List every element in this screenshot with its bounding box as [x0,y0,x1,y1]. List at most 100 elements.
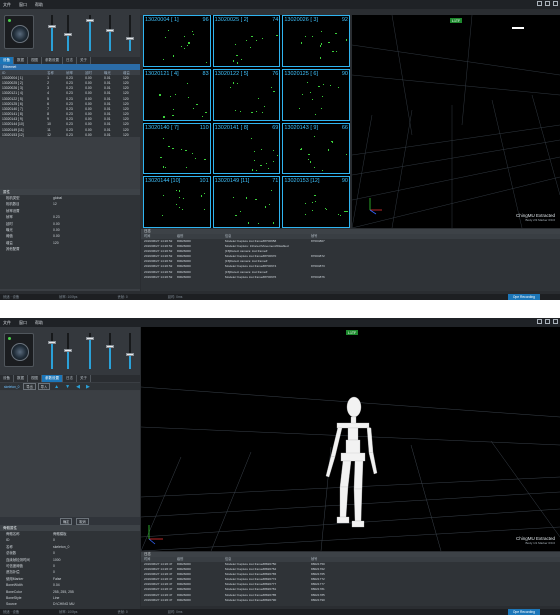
marker-dot [261,149,263,151]
record-status[interactable]: Ope Recording [507,294,540,300]
tab-device[interactable]: 设备 [0,57,14,64]
marker-dot [240,211,242,213]
menu-window[interactable]: 窗口 [19,2,27,8]
camera-view-cell[interactable]: 13020143 [ 9] 66 [282,122,350,175]
gain-slider[interactable] [86,333,94,369]
tab-data[interactable]: 数据 [14,375,28,382]
marker-dot [268,203,270,205]
property-row[interactable]: 其他配置 [0,246,140,252]
brightness-slider[interactable] [48,15,56,51]
marker-dot [162,215,164,217]
property-value[interactable] [50,246,140,252]
log-cell: 87004876 [311,274,325,279]
camera-view-cell[interactable]: 13020149 [11] 71 [212,176,281,228]
marker-dot [236,55,238,57]
brightness-slider[interactable] [48,333,56,369]
viewport-3d[interactable]: L1TF ChingMU Extracted Body 1/1 Marker 0… [141,327,560,551]
threshold-slider[interactable] [106,15,114,51]
marker-dot [192,33,194,35]
marker-dot [304,214,307,216]
marker-dot [188,42,190,44]
screenshot-skeleton-view: 文件 窗口 帮助 设备 数据 视图 参数设置 日志 关于 skeleton_0 [0,318,560,615]
marker-dot [205,61,208,64]
camera-view-cell[interactable]: 13020026 [ 3] 92 [282,15,350,67]
tab-params[interactable]: 参数设置 [42,375,63,382]
camera-view-cell[interactable]: 13020122 [ 5] 76 [212,68,281,121]
camera-view-cell[interactable]: 13020004 [ 1] 96 [143,15,211,67]
export-button[interactable]: 导出 [23,383,36,390]
close-icon[interactable] [553,1,558,6]
exposure-slider[interactable] [64,15,72,51]
fps-slider[interactable] [126,333,134,369]
camera-view-cell[interactable]: 13020144 [10] 101 [143,176,211,228]
marker-dot [194,157,197,160]
camera-view-cell[interactable]: 13020121 [ 4] 83 [143,68,211,121]
tab-data[interactable]: 数据 [14,57,28,64]
camera-view-cell[interactable]: 13020153 [12] 90 [282,176,350,228]
tab-view[interactable]: 视图 [28,57,42,64]
table-row[interactable]: 13020153 [12] 12 0.23 0.00 0.01 120 [0,132,140,137]
import-button[interactable]: 导入 [37,383,51,390]
camera-view-cell[interactable]: 13020025 [ 2] 74 [212,15,281,67]
marker-dot [298,108,300,110]
tab-view[interactable]: 视图 [28,375,42,382]
maximize-icon[interactable] [545,1,550,6]
record-status[interactable]: Ope Recording [507,609,540,615]
marker-dot [332,50,334,52]
exposure-slider[interactable] [64,333,72,369]
marker-dot [235,214,237,216]
marker-dot [252,36,254,38]
tab-about[interactable]: 关于 [77,57,91,64]
marker-dot [309,92,312,94]
tab-params[interactable]: 参数设置 [42,57,63,64]
minimize-icon[interactable] [537,319,542,324]
marker-dot [200,195,202,197]
marker-dot [162,58,165,60]
tree-item-skeleton[interactable]: skeleton_0 [2,385,21,389]
marker-dot [255,110,257,112]
marker-dot [232,196,235,198]
camera-view-cell[interactable]: 13020141 [ 8] 69 [212,122,281,175]
marker-dot [253,160,255,162]
tab-device[interactable]: 设备 [0,375,14,382]
close-icon[interactable] [553,319,558,324]
menu-bar: 文件 窗口 帮助 [0,318,560,327]
fps-slider[interactable] [126,15,134,51]
floor-grid [352,15,560,228]
menu-help[interactable]: 帮助 [35,2,43,8]
gain-slider[interactable] [86,15,94,51]
camera-label: 13020026 [ 3] [284,17,318,23]
marker-dot [185,150,187,152]
arrow-up-icon[interactable]: ▲ [52,384,61,390]
arrow-down-icon[interactable]: ▼ [63,384,72,390]
menu-file[interactable]: 文件 [3,320,11,326]
minimize-icon[interactable] [537,1,542,6]
arrow-left-icon[interactable]: ◀ [74,384,82,390]
marker-dot [185,167,188,169]
maximize-icon[interactable] [545,319,550,324]
menu-help[interactable]: 帮助 [35,320,43,326]
skeleton-tree [0,391,140,519]
cancel-button[interactable]: 取消 [76,517,89,525]
marker-dot [247,222,249,224]
camera-view-cell[interactable]: 13020125 [ 6] 90 [282,68,350,121]
marker-dot [178,190,180,192]
camera-view-cell[interactable]: 13020140 [ 7] 110 [143,122,211,175]
tab-log[interactable]: 日志 [63,375,77,382]
marker-dot [183,36,186,38]
marker-dot [309,161,312,163]
menu-window[interactable]: 窗口 [19,320,27,326]
tab-log[interactable]: 日志 [63,57,77,64]
status-bar: 就绪 · 设备 帧率: 100fps 丢帧: 0 延时: 0ms Ope Rec… [0,294,560,300]
marker-dot [261,112,263,114]
tab-about[interactable]: 关于 [77,375,91,382]
marker-dot [273,91,275,93]
marker-dot [237,62,239,64]
log-panel: 日志 时间 级别 信息 帧号 2019/06/27 14:20:52 800260… [141,229,560,291]
confirm-button[interactable]: 确定 [60,517,73,525]
marker-dot [277,154,279,157]
menu-file[interactable]: 文件 [3,2,11,8]
viewport-3d[interactable]: L1TF ChingMU Extracted Body 2/3 Marker 0… [352,15,560,228]
arrow-right-icon[interactable]: ▶ [84,384,92,390]
threshold-slider[interactable] [106,333,114,369]
